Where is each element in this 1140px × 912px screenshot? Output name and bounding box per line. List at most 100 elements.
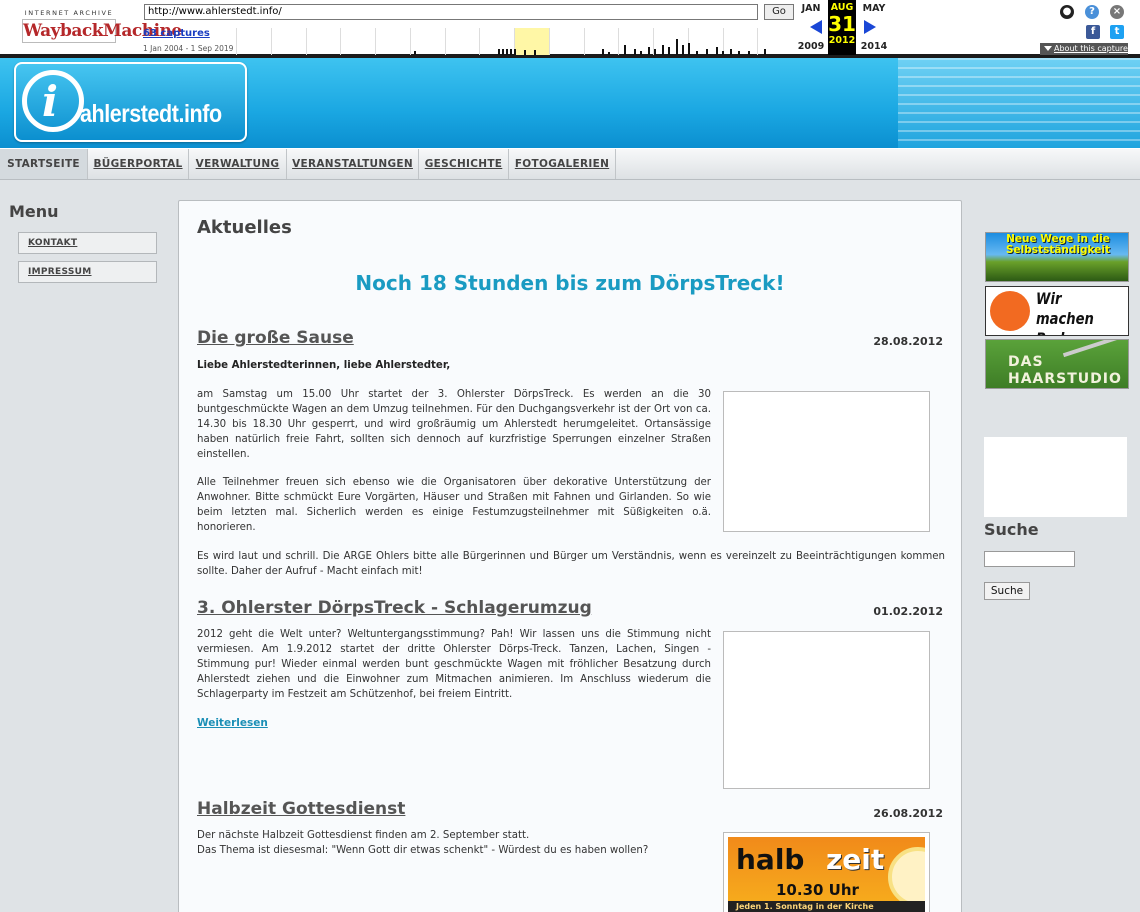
- nav-tab-fotogalerien[interactable]: FOTOGALERIEN: [509, 149, 616, 179]
- sparkline-capture-tick: [608, 52, 610, 55]
- wayback-prev-month[interactable]: JAN: [796, 3, 826, 14]
- wayback-current-capture: AUG 31 2012: [828, 0, 856, 55]
- sparkline-capture-tick: [498, 49, 500, 55]
- wayback-next-year[interactable]: 2014: [859, 41, 889, 52]
- sparkline-capture-tick: [634, 49, 636, 55]
- sparkline-capture-tick: [414, 51, 416, 55]
- article-date: 01.02.2012: [873, 605, 943, 618]
- sparkline-capture-tick: [716, 47, 718, 55]
- wayback-captures-link[interactable]: 63 captures: [143, 28, 210, 39]
- sparkline-capture-tick: [640, 51, 642, 55]
- article-image: [723, 631, 930, 789]
- help-icon[interactable]: ?: [1085, 5, 1099, 19]
- sparkline-capture-tick: [696, 51, 698, 55]
- wayback-toolbar: INTERNET ARCHIVE WaybackMachine http://w…: [0, 0, 1140, 58]
- header-decoration: [898, 58, 1140, 148]
- ad-text: DAS HAARSTUDIO: [1008, 354, 1122, 387]
- page-title: Aktuelles: [197, 217, 292, 238]
- ad-text: Wir machen Boden gut!: [1036, 289, 1094, 335]
- wayback-prev-arrow-icon[interactable]: [810, 20, 822, 34]
- sparkline-capture-tick: [648, 47, 650, 55]
- menu-item-kontakt[interactable]: KONTAKT: [18, 232, 157, 254]
- wayback-next-arrow-icon[interactable]: [864, 20, 876, 34]
- wayback-go-button[interactable]: Go: [764, 4, 794, 20]
- sparkline-capture-tick: [510, 49, 512, 55]
- twitter-icon[interactable]: t: [1110, 25, 1124, 39]
- halbzeit-subline: Jeden 1. Sonntag in der Kirche: [728, 901, 925, 912]
- sparkline-capture-tick: [722, 51, 724, 55]
- halbzeit-time: 10.30 Uhr: [776, 881, 859, 899]
- sparkline-capture-tick: [624, 45, 626, 55]
- sidebar-blank-box: [984, 437, 1127, 517]
- halbzeit-word1: halb: [736, 843, 805, 876]
- nav-tab-verwaltung[interactable]: VERWALTUNG: [189, 149, 287, 179]
- sparkline-capture-tick: [706, 49, 708, 55]
- site-logo[interactable]: i ahlerstedt.info: [14, 62, 247, 142]
- nav-tab-buergerportal[interactable]: BÜGERPORTAL: [88, 149, 189, 179]
- countdown-banner: Noch 18 Stunden bis zum DörpsTreck!: [355, 271, 785, 295]
- article-paragraph: Der nächste Halbzeit Gottesdienst finden…: [197, 830, 530, 841]
- menu-title: Menu: [9, 202, 59, 221]
- facebook-icon[interactable]: f: [1086, 25, 1100, 39]
- wayback-logo-line2: WaybackMachine: [22, 19, 182, 43]
- sparkline-capture-tick: [654, 49, 656, 55]
- read-more-link[interactable]: Weiterlesen: [197, 717, 268, 729]
- user-icon[interactable]: ●: [1060, 5, 1074, 19]
- wayback-month-nav: JAN AUG 31 2012 MAY 2009 2014: [796, 0, 892, 56]
- wayback-next-month[interactable]: MAY: [859, 3, 889, 14]
- close-icon[interactable]: ×: [1110, 5, 1124, 19]
- article-image: [723, 391, 930, 532]
- wayback-cur-year: 2012: [828, 35, 856, 46]
- wayback-prev-year[interactable]: 2009: [796, 41, 826, 52]
- article-title[interactable]: Halbzeit Gottesdienst: [197, 799, 405, 819]
- article-date: 26.08.2012: [873, 807, 943, 820]
- site-header: i ahlerstedt.info: [0, 58, 1140, 148]
- ad-text: Neue Wege in die Selbstständigkeit: [1006, 233, 1110, 256]
- sparkline-capture-tick: [764, 49, 766, 55]
- sparkline-capture-tick: [502, 49, 504, 55]
- logo-letter: i: [42, 77, 58, 126]
- sparkline-current-year: [515, 28, 549, 55]
- article-title[interactable]: Die große Sause: [197, 328, 354, 348]
- sparkline-capture-tick: [682, 45, 684, 55]
- sparkline-capture-tick: [524, 50, 526, 55]
- wayback-sparkline[interactable]: [236, 28, 792, 55]
- sparkline-capture-tick: [748, 51, 750, 55]
- wayback-url-input[interactable]: http://www.ahlerstedt.info/: [144, 4, 758, 20]
- wayback-about-capture[interactable]: About this capture: [1040, 43, 1128, 55]
- article-paragraph: am Samstag um 15.00 Uhr startet der 3. O…: [197, 389, 711, 460]
- article-title[interactable]: 3. Ohlerster DörpsTreck - Schlagerumzug: [197, 598, 592, 618]
- search-button[interactable]: Suche: [984, 582, 1030, 600]
- halbzeit-word2: zeit: [826, 843, 885, 876]
- main-content: Aktuelles Noch 18 Stunden bis zum DörpsT…: [178, 200, 962, 912]
- nav-tab-geschichte[interactable]: GESCHICHTE: [419, 149, 509, 179]
- sparkline-capture-tick: [676, 39, 678, 55]
- search-input[interactable]: [984, 551, 1075, 567]
- ad-boden[interactable]: Wir machen Boden gut!: [985, 286, 1129, 336]
- worker-icon: [990, 291, 1030, 331]
- article-greeting: Liebe Ahlerstedterinnen, liebe Ahlersted…: [197, 360, 451, 371]
- wayback-logo[interactable]: INTERNET ARCHIVE WaybackMachine: [22, 9, 182, 45]
- wayback-cur-day: 31: [828, 12, 856, 36]
- wayback-date-range: 1 Jan 2004 - 1 Sep 2019: [143, 44, 234, 53]
- sparkline-capture-tick: [730, 49, 732, 55]
- logo-text: ahlerstedt.info: [80, 100, 222, 128]
- nav-tab-veranstaltungen[interactable]: VERANSTALTUNGEN: [287, 149, 419, 179]
- main-nav: STARTSEITE BÜGERPORTAL VERWALTUNG VERANS…: [0, 148, 1140, 180]
- menu-item-impressum[interactable]: IMPRESSUM: [18, 261, 157, 283]
- sparkline-capture-tick: [514, 49, 516, 55]
- article-paragraph: 2012 geht die Welt unter? Weltuntergangs…: [197, 629, 711, 700]
- halbzeit-image: halb zeit 10.30 Uhr Jeden 1. Sonntag in …: [723, 832, 930, 912]
- sparkline-capture-tick: [602, 49, 604, 55]
- article-paragraph: Das Thema ist diesesmal: "Wenn Gott dir …: [197, 845, 649, 856]
- article-date: 28.08.2012: [873, 335, 943, 348]
- article-paragraph: Alle Teilnehmer freuen sich ebenso wie d…: [197, 477, 711, 533]
- halbzeit-poster: halb zeit 10.30 Uhr Jeden 1. Sonntag in …: [728, 837, 925, 912]
- nav-tab-startseite[interactable]: STARTSEITE: [0, 149, 88, 179]
- sparkline-capture-tick: [668, 47, 670, 55]
- article-paragraph: Es wird laut und schrill. Die ARGE Ohler…: [197, 551, 945, 577]
- ad-selbststaendigkeit[interactable]: Neue Wege in die Selbstständigkeit: [985, 232, 1129, 282]
- sparkline-capture-tick: [506, 49, 508, 55]
- sparkline-capture-tick: [738, 51, 740, 55]
- ad-haarstudio[interactable]: DAS HAARSTUDIO: [985, 339, 1129, 389]
